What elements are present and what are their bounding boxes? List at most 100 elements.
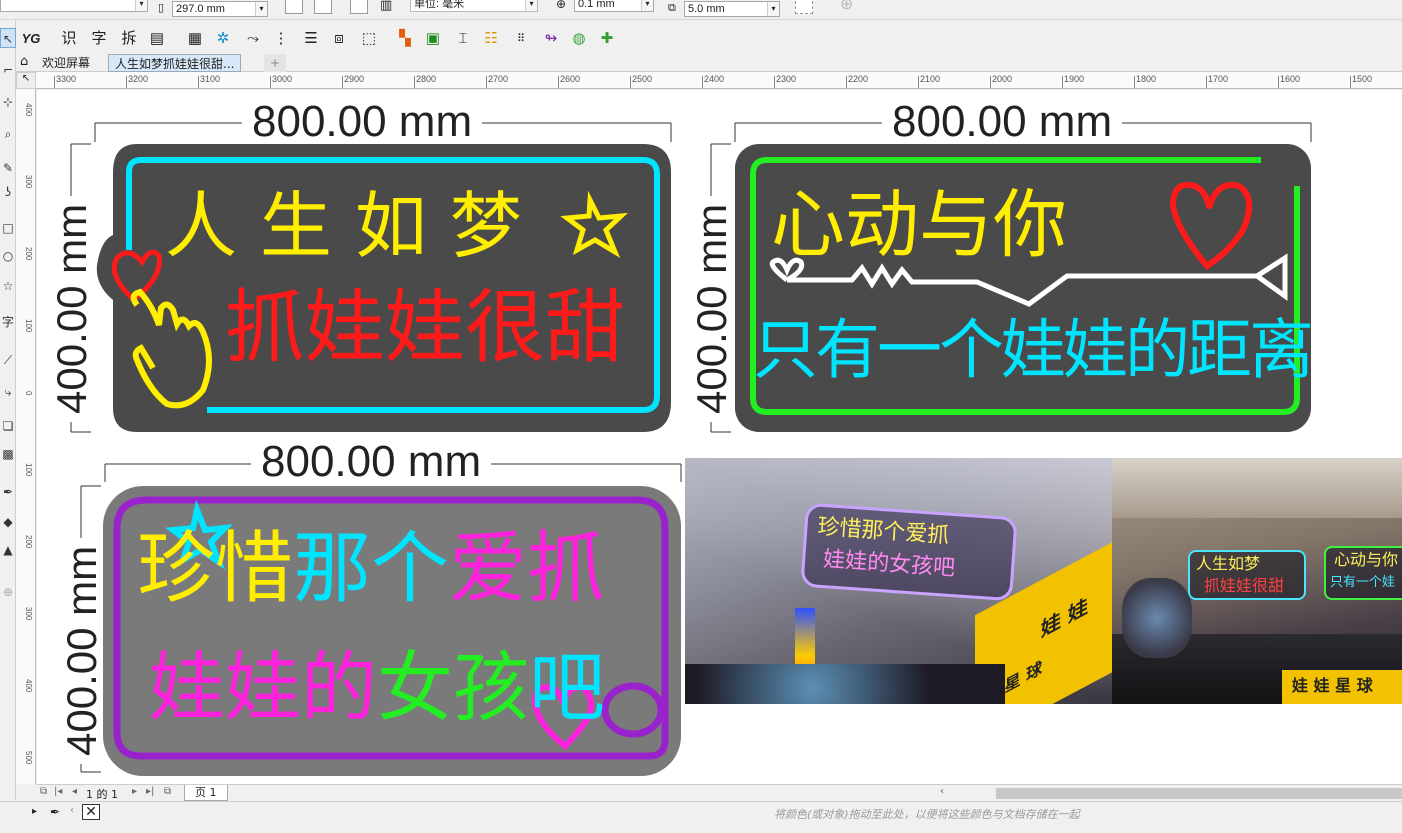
bleed-button[interactable]	[795, 0, 813, 14]
palette-scroll-icon[interactable]: ‹	[70, 805, 74, 816]
bullet-list-icon[interactable]: ☷	[480, 28, 502, 50]
add-page-icon-bottom[interactable]: ⧉	[164, 786, 171, 797]
drawing-canvas[interactable]: 800.00 mm 400.00 mm 人 生 如 梦 抓娃娃很甜 800.00…	[37, 90, 1402, 784]
page-options-icon[interactable]: ⧉	[40, 786, 47, 797]
tab-welcome-screen[interactable]: 欢迎屏幕	[36, 54, 96, 72]
horizontal-scrollbar[interactable]	[996, 788, 1402, 799]
recognize-button[interactable]: 识	[58, 28, 80, 50]
palette-expand-icon[interactable]: ▸	[32, 806, 37, 817]
scroll-left-icon[interactable]: ‹	[940, 786, 944, 797]
sign2-width-dimension[interactable]: 800.00 mm	[882, 100, 1123, 144]
smart-fill-icon[interactable]: ▲	[0, 540, 16, 560]
drop-shadow-icon[interactable]: ❏	[0, 416, 16, 436]
parallel-dimension-icon[interactable]: ⟋	[0, 350, 16, 370]
landscape-button[interactable]	[314, 0, 332, 14]
ruler-origin[interactable]: ↖	[16, 72, 36, 89]
last-page-icon[interactable]: ▸|	[146, 786, 154, 797]
lines-icon[interactable]: ☰	[300, 28, 322, 50]
sign3-height-dimension[interactable]: 400.00 mm	[58, 537, 105, 764]
reference-photo-1[interactable]: 珍惜那个爱抓 娃娃的女孩吧 娃 娃 娃 星 球	[685, 458, 1112, 704]
yg-plugin-button[interactable]: YG	[20, 28, 42, 50]
select-region-icon[interactable]: ⬚	[358, 28, 380, 50]
first-page-icon[interactable]: |◂	[54, 786, 62, 797]
hruler-tick-label: 2600	[560, 74, 581, 84]
zoom-tool-icon[interactable]: ⌕	[0, 124, 16, 144]
add-page-icon[interactable]: ⊕	[840, 0, 853, 13]
sign1-char-4: 梦	[449, 184, 522, 268]
outline-width-input[interactable]: 0.1 mm ▾	[574, 0, 654, 12]
hruler-tick-mark	[414, 76, 415, 88]
blend-icon[interactable]: ↬	[540, 28, 562, 50]
photo2-sign-b-line1: 心动与你	[1334, 550, 1399, 569]
page-counter: 1 的 1	[86, 788, 118, 801]
curve-icon[interactable]: ⤳	[242, 28, 264, 50]
hruler-tick-mark	[486, 76, 487, 88]
shape-tool-icon[interactable]: ⌐	[0, 60, 16, 80]
horizontal-ruler[interactable]: 3300 3200 3100 3000 2900 2800 2700 2600 2500 2400…	[36, 72, 1402, 89]
rectangle-tool-icon[interactable]: □	[0, 218, 16, 238]
group-icon[interactable]: ⧈	[328, 28, 350, 50]
hruler-tick-label: 3000	[272, 74, 293, 84]
photo1-plush-toys	[685, 664, 1005, 704]
pick-tool-icon[interactable]: ↖	[0, 28, 16, 48]
reference-photo-2[interactable]: 人生如梦 抓娃娃很甜 心动与你 只有一个娃 娃 娃 星 球	[1112, 458, 1402, 704]
page-tab-1[interactable]: 页 1	[184, 785, 228, 801]
arrange-icon[interactable]: ▚	[394, 28, 416, 50]
page-height-input[interactable]: 297.0 mm ▾	[172, 1, 268, 17]
new-tab-button[interactable]: +	[264, 54, 287, 72]
clipboard-icon[interactable]: ▤	[146, 28, 168, 50]
image-icon[interactable]: ▣	[422, 28, 444, 50]
sign3-line1-part-c: 爱抓	[449, 524, 606, 614]
units-select[interactable]: 单位: 毫米 ▾	[410, 0, 538, 12]
eyedropper-icon[interactable]: ✒	[0, 482, 16, 502]
sign1-height-dimension[interactable]: 400.00 mm	[48, 195, 95, 422]
hruler-tick-mark	[54, 76, 55, 88]
character-button[interactable]: 字	[88, 28, 110, 50]
sign2-height-dimension[interactable]: 400.00 mm	[688, 195, 735, 422]
sign1-width-dimension[interactable]: 800.00 mm	[242, 100, 483, 144]
prev-page-icon[interactable]: ◂	[72, 786, 77, 797]
split-button[interactable]: 拆	[118, 28, 140, 50]
current-page-icon[interactable]: ▥	[380, 0, 392, 13]
freehand-tool-icon[interactable]: ✎	[0, 158, 16, 178]
photo2-sign-a-line1: 人生如梦	[1196, 554, 1261, 573]
sign3-width-dimension[interactable]: 800.00 mm	[251, 440, 492, 484]
next-page-icon[interactable]: ▸	[132, 786, 137, 797]
crop-tool-icon[interactable]: ⊹	[0, 92, 16, 112]
all-pages-button[interactable]	[350, 0, 368, 14]
tab-document[interactable]: 人生如梦抓娃娃很甜...	[108, 54, 242, 72]
paper-size-select[interactable]: ▾	[0, 0, 148, 12]
text-tool-icon[interactable]: 字	[0, 312, 16, 332]
outline-width-value: 0.1 mm	[578, 0, 615, 10]
hruler-tick-label: 3200	[128, 74, 149, 84]
baseline-icon[interactable]: ⌶	[452, 28, 474, 50]
nodes-icon[interactable]: ✲	[212, 28, 234, 50]
home-icon[interactable]: ⌂	[20, 54, 28, 69]
transparency-icon[interactable]: ▩	[0, 444, 16, 464]
hruler-tick-mark	[558, 76, 559, 88]
portrait-button[interactable]	[285, 0, 303, 14]
eyedropper-palette-icon[interactable]: ✒	[50, 805, 60, 819]
list-icon[interactable]: ▦	[184, 28, 206, 50]
photo1-sign-line1: 珍惜那个爱抓	[816, 514, 951, 549]
ellipse-tool-icon[interactable]: ○	[0, 246, 16, 266]
document-tab-bar: ⌂ 欢迎屏幕 人生如梦抓娃娃很甜... +	[16, 54, 1402, 72]
fill-tool-icon[interactable]: ◆	[0, 512, 16, 532]
vruler-tick-label: 0	[24, 391, 33, 396]
sign1-char-3: 如	[354, 184, 427, 268]
puzzle-icon[interactable]: ✚	[596, 28, 618, 50]
nudge-distance-input[interactable]: 5.0 mm ▾	[684, 1, 780, 17]
duplicate-distance-icon: ⧉	[668, 1, 676, 14]
vertical-ruler[interactable]: 400 300 200 100 0 100 200 300 400 500	[16, 89, 36, 784]
align-icon[interactable]: ⋮	[270, 28, 292, 50]
add-tool-icon[interactable]: ⊕	[0, 582, 16, 602]
photo2-sign-b: 心动与你 只有一个娃	[1324, 546, 1402, 600]
hruler-tick-label: 1900	[1064, 74, 1085, 84]
no-color-swatch[interactable]: ✕	[82, 804, 100, 820]
polygon-tool-icon[interactable]: ☆	[0, 276, 16, 296]
artistic-media-icon[interactable]: ʖ	[0, 182, 16, 202]
connector-tool-icon[interactable]: ⤷	[0, 382, 16, 402]
dots-icon[interactable]: ⠿	[510, 28, 532, 50]
sign3-line2: 娃娃的女孩吧	[149, 650, 605, 726]
magic-icon[interactable]: ◍	[568, 28, 590, 50]
